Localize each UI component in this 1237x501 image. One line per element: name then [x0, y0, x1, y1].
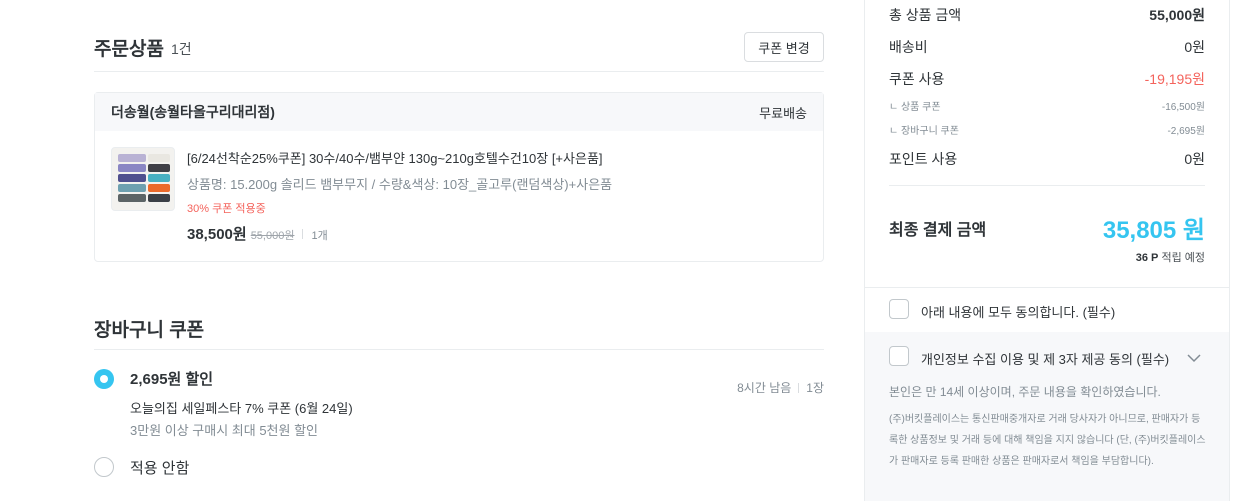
shipping-label: 배송비	[889, 39, 928, 55]
summary-product-coupon-row: ㄴ 상품 쿠폰 -16,500원	[889, 98, 1205, 113]
summary-total-row: 총 상품 금액 55,000원	[889, 5, 1205, 25]
final-amount-label: 최종 결제 금액	[889, 222, 987, 239]
product-option: 상품명: 15.200g 솔리드 뱀부무지 / 수량&색상: 10장_골고루(랜…	[187, 177, 613, 192]
divider	[302, 229, 304, 239]
terms-box: 개인정보 수집 이용 및 제 3자 제공 동의 (필수) 본인은 만 14세 이…	[865, 332, 1229, 501]
order-main: 주문상품 1건 쿠폰 변경 더송월(송월타올구리대리점) 무료배송 [6/24선…	[0, 0, 864, 501]
store-order-card: 더송월(송월타올구리대리점) 무료배송 [6/24선착순25%쿠폰] 30수/4…	[94, 92, 824, 262]
summary-coupon-row: 쿠폰 사용 -19,195원	[889, 69, 1205, 89]
cart-coupon-title: 장바구니 쿠폰	[94, 320, 205, 341]
agree-all-checkbox[interactable]	[889, 299, 909, 319]
total-value: 55,000원	[1149, 7, 1205, 23]
payment-summary-panel: 총 상품 금액 55,000원 배송비 0원 쿠폰 사용 -19,195원 ㄴ …	[864, 0, 1230, 501]
coupon-discount-amount[interactable]: 2,695원 할인	[130, 368, 213, 389]
divider	[798, 382, 800, 393]
product-price-row: 38,500원 55,000원 1개	[187, 223, 328, 244]
coupon-name: 오늘의집 세일페스타 7% 쿠폰 (6월 24일)	[130, 401, 353, 416]
product-coupon-status: 30% 쿠폰 적용중	[187, 203, 266, 215]
coupon-use-value: -19,195원	[1144, 71, 1205, 87]
point-use-label: 포인트 사용	[889, 151, 958, 167]
broker-notice: (주)버킷플레이스는 통신판매중개자로 거래 당사자가 아니므로, 판매자가 등…	[889, 414, 1206, 467]
order-section-title: 주문상품	[94, 39, 164, 60]
section-divider	[865, 287, 1229, 288]
coupon-count: 1장	[806, 381, 824, 395]
product-thumbnail[interactable]	[111, 147, 175, 211]
summary-cart-coupon-row: ㄴ 장바구니 쿠폰 -2,695원	[889, 122, 1205, 137]
point-use-value: 0원	[1184, 151, 1205, 167]
coupon-radio-none[interactable]	[94, 457, 114, 477]
agree-all-label[interactable]: 아래 내용에 모두 동의합니다. (필수)	[921, 302, 1115, 321]
coupon-radio-selected[interactable]	[94, 369, 114, 389]
coupon-meta: 8시간 남음 1장	[737, 379, 824, 396]
summary-shipping-row: 배송비 0원	[889, 37, 1205, 57]
shipping-value: 0원	[1184, 39, 1205, 55]
points-earn-value: 36 P	[1135, 252, 1159, 264]
privacy-agree-checkbox[interactable]	[889, 346, 909, 366]
privacy-agree-label[interactable]: 개인정보 수집 이용 및 제 3자 제공 동의 (필수)	[921, 349, 1169, 368]
product-coupon-label: ㄴ 상품 쿠폰	[889, 102, 941, 113]
coupon-change-button[interactable]: 쿠폰 변경	[744, 32, 824, 62]
cart-coupon-value: -2,695원	[1167, 126, 1205, 137]
total-label: 총 상품 금액	[889, 7, 962, 23]
coupon-use-label: 쿠폰 사용	[889, 71, 945, 87]
product-coupon-value: -16,500원	[1161, 102, 1205, 113]
order-count: 1건	[171, 41, 192, 57]
shipping-badge: 무료배송	[759, 105, 807, 121]
product-quantity: 1개	[311, 230, 328, 242]
summary-divider	[889, 185, 1205, 186]
coupon-time-left: 8시간 남음	[737, 381, 792, 395]
chevron-down-icon[interactable]	[1185, 349, 1203, 367]
coupon-condition: 3만원 이상 구매시 최대 5천원 할인	[130, 423, 318, 438]
points-earn: 36 P 적립 예정	[1136, 249, 1205, 265]
final-amount-value: 35,805 원	[1102, 217, 1205, 244]
cart-coupon-label: ㄴ 장바구니 쿠폰	[889, 126, 959, 137]
product-original-price: 55,000원	[250, 230, 295, 242]
age-confirm-text: 본인은 만 14세 이상이며, 주문 내용을 확인하였습니다.	[889, 385, 1161, 399]
summary-point-row: 포인트 사용 0원	[889, 149, 1205, 169]
order-section-header: 주문상품 1건 쿠폰 변경	[94, 32, 824, 72]
store-header: 더송월(송월타올구리대리점) 무료배송	[95, 93, 823, 131]
product-title[interactable]: [6/24선착순25%쿠폰] 30수/40수/뱀부얀 130g~210g호텔수건…	[187, 148, 603, 167]
store-name: 더송월(송월타올구리대리점)	[111, 104, 275, 120]
product-price: 38,500원	[187, 226, 247, 243]
coupon-none-label[interactable]: 적용 안함	[130, 457, 189, 478]
cart-coupon-header: 장바구니 쿠폰	[94, 310, 824, 350]
points-earn-label: 적립 예정	[1161, 252, 1205, 264]
